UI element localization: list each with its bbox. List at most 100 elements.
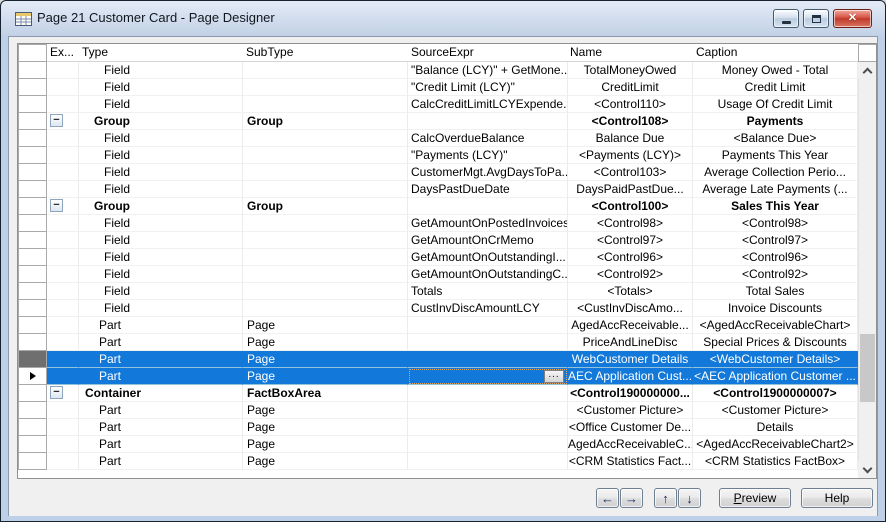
cell-type[interactable]: Part [79, 368, 243, 385]
cell-name[interactable]: <Control98> [568, 215, 693, 232]
cell-type[interactable]: Group [79, 113, 243, 130]
cell-sourceexpr[interactable]: GetAmountOnCrMemo [408, 232, 568, 249]
row-selector[interactable] [18, 351, 47, 368]
cell-subtype[interactable] [243, 215, 408, 232]
row-selector[interactable] [18, 266, 47, 283]
row-selector[interactable] [18, 79, 47, 96]
cell-caption[interactable]: Average Late Payments (... [693, 181, 858, 198]
cell-type[interactable]: Field [79, 164, 243, 181]
expand-cell[interactable] [47, 436, 79, 453]
row-selector[interactable] [18, 96, 47, 113]
cell-caption[interactable]: <Customer Picture> [693, 402, 858, 419]
cell-subtype[interactable]: Page [243, 402, 408, 419]
cell-subtype[interactable] [243, 96, 408, 113]
cell-caption[interactable]: Usage Of Credit Limit [693, 96, 858, 113]
grid-row[interactable]: Field "Payments (LCY)" <Payments (LCY)> Pay… [18, 147, 876, 164]
cell-subtype[interactable]: Page [243, 419, 408, 436]
minimize-button[interactable] [773, 9, 799, 28]
cell-sourceexpr[interactable]: Totals [408, 283, 568, 300]
grid-row[interactable]: Field "Credit Limit (LCY)" CreditLimit Cred… [18, 79, 876, 96]
cell-subtype[interactable] [243, 283, 408, 300]
row-selector[interactable] [18, 334, 47, 351]
expand-cell[interactable] [47, 181, 79, 198]
grid-row[interactable]: Part Page <CRM Statistics Fact... <CRM Stat… [18, 453, 876, 470]
cell-caption[interactable]: <AgedAccReceivableChart2> [693, 436, 858, 453]
row-selector[interactable] [18, 385, 47, 402]
cell-sourceexpr[interactable] [408, 351, 568, 368]
cell-type[interactable]: Part [79, 334, 243, 351]
expand-cell[interactable] [47, 300, 79, 317]
row-selector[interactable] [18, 249, 47, 266]
cell-type[interactable]: Part [79, 453, 243, 470]
grid-row[interactable]: Field GetAmountOnCrMemo <Control97> <Contro… [18, 232, 876, 249]
expand-cell[interactable] [47, 368, 79, 385]
cell-caption[interactable]: <AgedAccReceivableChart> [693, 317, 858, 334]
cell-sourceexpr[interactable] [408, 198, 568, 215]
maximize-button[interactable] [803, 9, 829, 28]
cell-caption[interactable]: Average Collection Perio... [693, 164, 858, 181]
row-selector[interactable] [18, 232, 47, 249]
row-selector[interactable] [18, 113, 47, 130]
grid-row[interactable]: Field CustInvDiscAmountLCY <CustInvDiscAmo… [18, 300, 876, 317]
cell-type[interactable]: Field [79, 181, 243, 198]
cell-name[interactable]: AgedAccReceivableC... [568, 436, 693, 453]
assist-edit-button[interactable]: ... [544, 370, 564, 383]
cell-caption[interactable]: Details [693, 419, 858, 436]
cell-type[interactable]: Field [79, 283, 243, 300]
cell-subtype[interactable]: Page [243, 351, 408, 368]
cell-type[interactable]: Group [79, 198, 243, 215]
cell-type[interactable]: Field [79, 62, 243, 79]
grid-row[interactable]: Field "Balance (LCY)" + GetMone... TotalMo… [18, 62, 876, 79]
cell-name[interactable]: <Control100> [568, 198, 693, 215]
cell-subtype[interactable] [243, 147, 408, 164]
cell-caption[interactable]: Money Owed - Total [693, 62, 858, 79]
cell-caption[interactable]: <Control92> [693, 266, 858, 283]
cell-name[interactable]: <Control96> [568, 249, 693, 266]
cell-caption[interactable]: <Control96> [693, 249, 858, 266]
grid-row[interactable]: − Group Group <Control100> Sales This Year [18, 198, 876, 215]
cell-name[interactable]: <Control97> [568, 232, 693, 249]
cell-name[interactable]: <Control103> [568, 164, 693, 181]
cell-subtype[interactable]: Page [243, 317, 408, 334]
cell-caption[interactable]: Credit Limit [693, 79, 858, 96]
help-button[interactable]: Help [801, 488, 873, 508]
cell-type[interactable]: Field [79, 79, 243, 96]
cell-sourceexpr[interactable] [408, 419, 568, 436]
grid-row[interactable]: − Container FactBoxArea <Control190000000..… [18, 385, 876, 402]
expand-cell[interactable] [47, 453, 79, 470]
cell-sourceexpr[interactable]: CustomerMgt.AvgDaysToPa... [408, 164, 568, 181]
row-selector[interactable] [18, 402, 47, 419]
cell-subtype[interactable]: Page [243, 436, 408, 453]
grid-row[interactable]: Part Page <Office Customer De... Details [18, 419, 876, 436]
cell-caption[interactable]: <Balance Due> [693, 130, 858, 147]
cell-sourceexpr[interactable] [408, 317, 568, 334]
cell-name[interactable]: <Control190000000... [568, 385, 693, 402]
cell-sourceexpr[interactable]: CalcOverdueBalance [408, 130, 568, 147]
cell-sourceexpr[interactable] [408, 453, 568, 470]
expand-cell[interactable] [47, 266, 79, 283]
row-selector[interactable] [18, 198, 47, 215]
expand-cell[interactable] [47, 96, 79, 113]
expand-cell[interactable] [47, 215, 79, 232]
move-left-button[interactable]: ← [596, 488, 619, 508]
cell-type[interactable]: Field [79, 300, 243, 317]
cell-sourceexpr[interactable]: ... [408, 368, 568, 385]
cell-subtype[interactable] [243, 300, 408, 317]
expand-cell[interactable] [47, 164, 79, 181]
cell-subtype[interactable]: Page [243, 368, 408, 385]
cell-caption[interactable]: Special Prices & Discounts [693, 334, 858, 351]
cell-type[interactable]: Part [79, 402, 243, 419]
grid-row[interactable]: Part Page AgedAccReceivable... <AgedAccRece… [18, 317, 876, 334]
grid-row[interactable]: Part Page PriceAndLineDisc Special Prices &… [18, 334, 876, 351]
scrollbar-thumb[interactable] [860, 334, 875, 402]
cell-type[interactable]: Field [79, 96, 243, 113]
grid-row[interactable]: Field CalcOverdueBalance Balance Due <Balan… [18, 130, 876, 147]
cell-name[interactable]: <Control108> [568, 113, 693, 130]
cell-subtype[interactable] [243, 164, 408, 181]
expand-cell[interactable] [47, 232, 79, 249]
cell-caption[interactable]: <WebCustomer Details> [693, 351, 858, 368]
grid-row[interactable]: Field DaysPastDueDate DaysPaidPastDue... Av… [18, 181, 876, 198]
cell-sourceexpr[interactable]: "Credit Limit (LCY)" [408, 79, 568, 96]
grid-row[interactable]: Field CalcCreditLimitLCYExpende... <Contro… [18, 96, 876, 113]
expand-cell[interactable] [47, 130, 79, 147]
